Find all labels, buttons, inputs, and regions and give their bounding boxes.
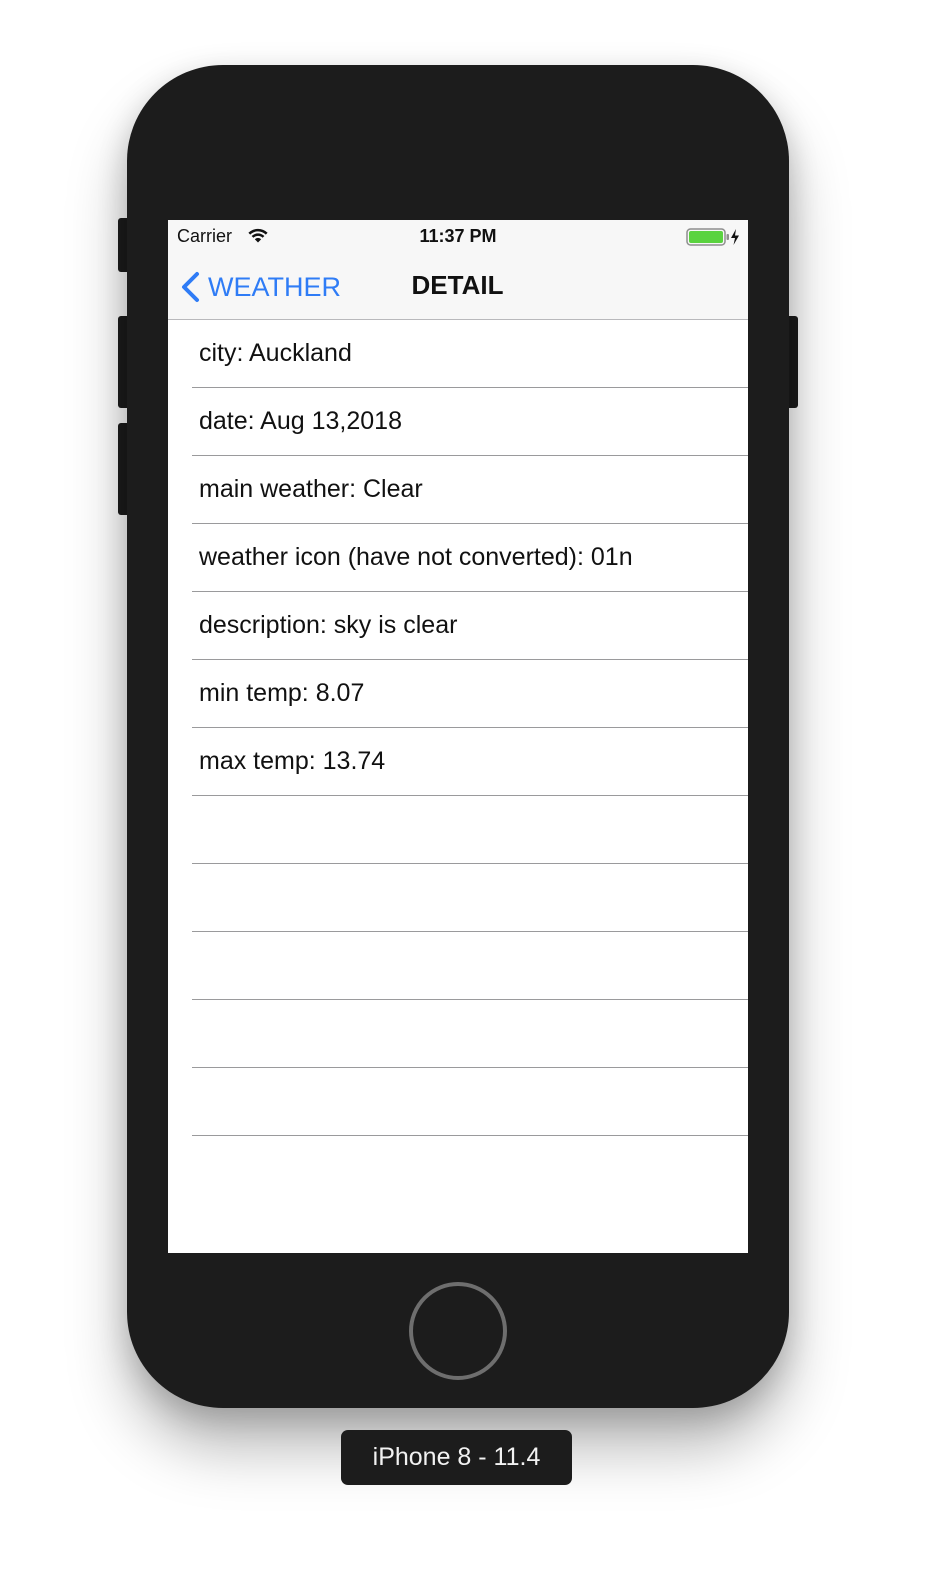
battery-charging-icon	[686, 228, 739, 246]
detail-table: city: Auckland date: Aug 13,2018 main weat…	[168, 320, 748, 1136]
table-row[interactable]	[168, 796, 748, 864]
home-button[interactable]	[409, 1282, 507, 1380]
navigation-bar: WEATHER DETAIL	[168, 254, 748, 320]
table-row[interactable]: main weather: Clear	[168, 456, 748, 524]
table-row[interactable]: date: Aug 13,2018	[168, 388, 748, 456]
row-label: city: Auckland	[199, 339, 352, 367]
table-row[interactable]	[168, 1068, 748, 1136]
row-label: date: Aug 13,2018	[199, 407, 402, 435]
row-label: weather icon (have not converted): 01n	[199, 543, 633, 571]
table-row[interactable]: min temp: 8.07	[168, 660, 748, 728]
page-title: DETAIL	[411, 270, 504, 300]
table-row[interactable]: max temp: 13.74	[168, 728, 748, 796]
table-row[interactable]	[168, 1000, 748, 1068]
table-row[interactable]: city: Auckland	[168, 320, 748, 388]
table-row[interactable]	[168, 864, 748, 932]
status-time: 11:37 PM	[419, 226, 497, 246]
row-label: main weather: Clear	[199, 475, 423, 503]
simulator-stage: Carrier 11:37 PM WEATHER DETAIL city: Au…	[0, 0, 928, 1590]
device-label: iPhone 8 - 11.4	[341, 1430, 572, 1485]
status-bar: Carrier 11:37 PM	[168, 220, 748, 254]
row-label: max temp: 13.74	[199, 747, 386, 775]
table-row[interactable]: description: sky is clear	[168, 592, 748, 660]
row-label: min temp: 8.07	[199, 679, 365, 707]
app-screen: Carrier 11:37 PM WEATHER DETAIL city: Au…	[168, 220, 748, 1253]
row-label: description: sky is clear	[199, 611, 458, 639]
table-row[interactable]	[168, 932, 748, 1000]
table-row[interactable]: weather icon (have not converted): 01n	[168, 524, 748, 592]
